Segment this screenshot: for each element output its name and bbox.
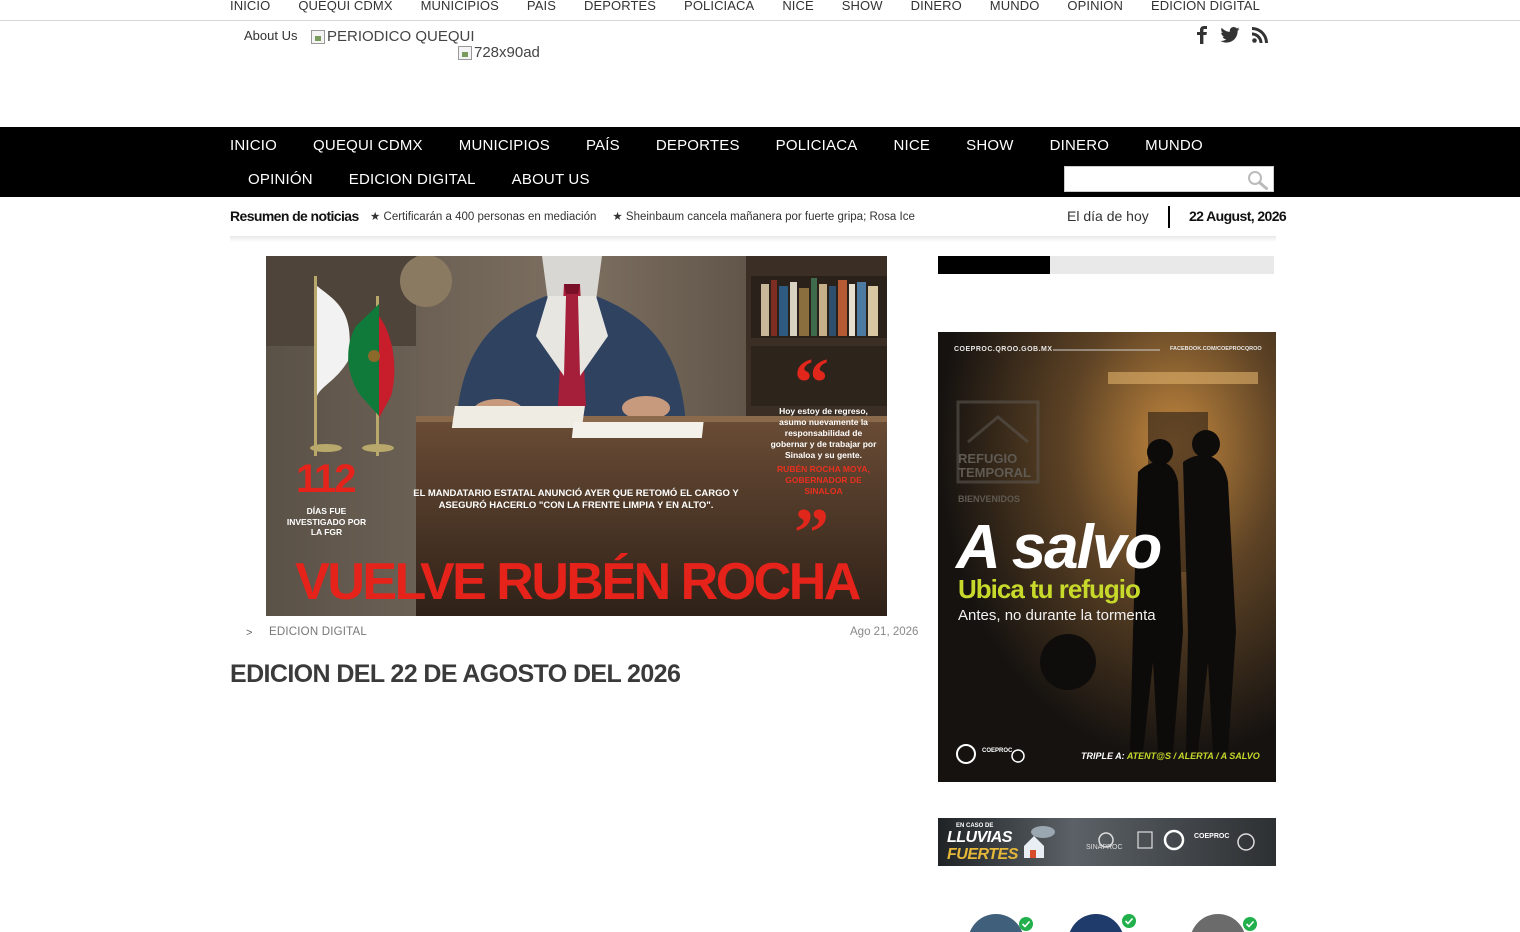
avatar[interactable] <box>1190 914 1246 932</box>
main-nav-item-dinero[interactable]: DINERO <box>1050 137 1110 154</box>
image-banner-text: VUELVE RUBÉN ROCHA <box>295 553 861 611</box>
main-nav-item-inicio[interactable]: INICIO <box>230 137 277 154</box>
star-icon: ★ <box>612 211 626 223</box>
ad-site-url: COEPROC.QROO.GOB.MX <box>954 346 1053 353</box>
main-nav-item-deportes[interactable]: DEPORTES <box>656 137 740 154</box>
article-date: Ago 21, 2026 <box>850 626 919 638</box>
image-caption: EL MANDATARIO ESTATAL ANUNCIÓ AYER QUE R… <box>413 488 739 511</box>
main-nav-item-policiaca[interactable]: POLICIACA <box>776 137 858 154</box>
search-icon[interactable] <box>1247 170 1268 190</box>
article-category-link[interactable]: EDICION DIGITAL <box>269 626 367 638</box>
top-nav-item-quequi-cdmx[interactable]: QUEQUI CDMX <box>298 0 392 13</box>
main-nav-item-mundo[interactable]: MUNDO <box>1145 137 1203 154</box>
main-nav-row2: OPINIÓN EDICION DIGITAL ABOUT US <box>248 171 626 188</box>
top-nav-item-inicio[interactable]: INICIO <box>230 0 270 13</box>
main-nav: INICIO QUEQUI CDMX MUNICIPIOS PAÍS DEPORTES P… <box>0 127 1520 197</box>
ad-sign-refugio: REFUGIO <box>958 451 1018 466</box>
main-nav-item-municipios[interactable]: MUNICIPIOS <box>459 137 550 154</box>
top-nav-list: INICIO QUEQUI CDMX MUNICIPIOS PAIS DEPORTES P… <box>230 0 1288 13</box>
broken-image-icon <box>458 45 472 60</box>
ad-sign-bienvenidos: BIENVENIDOS <box>958 494 1021 504</box>
avatar[interactable] <box>1068 914 1124 932</box>
ad-alt-text: 728x90ad <box>474 44 540 61</box>
ad-footer-prefix: TRIPLE A: <box>1081 751 1125 761</box>
sidebar-profile-avatars <box>938 910 1276 932</box>
main-nav-item-opinión[interactable]: OPINIÓN <box>248 171 313 188</box>
sidebar-ad-coeproc-refugio[interactable]: COEPROC.QROO.GOB.MX FACEBOOK.COM/COEPROC… <box>938 332 1276 782</box>
ad-social-url: FACEBOOK.COM/COEPROCQROO <box>1170 346 1262 352</box>
avatar[interactable] <box>968 914 1024 932</box>
site-logo[interactable]: PERIODICO QUEQUI <box>311 28 475 45</box>
ad-tagline: Antes, no durante la tormenta <box>958 607 1156 624</box>
ad-subhead: Ubica tu refugio <box>958 574 1141 604</box>
ad-footer-text: TRIPLE A: ATENT@S / ALERTA / A SALVO <box>1081 751 1260 761</box>
ticker-label: Resumen de noticias <box>230 208 359 224</box>
ad-org: COEPROC <box>982 748 1013 754</box>
stat-number: 112 <box>296 457 357 501</box>
top-nav-item-nice[interactable]: NICE <box>782 0 813 13</box>
current-date: 22 August, 2026 <box>1189 208 1287 224</box>
ticker-item-text: Sheinbaum cancela mañanera por fuerte gr… <box>625 211 915 223</box>
ad2-line1: LLUVIAS <box>947 829 1012 846</box>
broken-image-icon <box>311 29 325 44</box>
search-box <box>1064 166 1274 192</box>
ad-headline: A salvo <box>956 513 1162 582</box>
ad2-line2: FUERTES <box>947 846 1018 863</box>
main-nav-item-quequi-cdmx[interactable]: QUEQUI CDMX <box>313 137 423 154</box>
date-divider <box>1168 206 1170 228</box>
quote-text: Hoy estoy de regreso, asumo nuevamente l… <box>770 406 877 460</box>
top-nav-item-dinero[interactable]: DINERO <box>911 0 962 13</box>
twitter-icon[interactable] <box>1220 27 1240 48</box>
top-nav-item-edicion-digital[interactable]: EDICION DIGITAL <box>1151 0 1260 13</box>
about-us-link[interactable]: About Us <box>244 28 297 43</box>
ad2-org1: SINAPROC <box>1086 844 1123 851</box>
ad-footer-items: ATENT@S / ALERTA / A SALVO <box>1126 751 1260 761</box>
ticker-item[interactable]: ★ Sheinbaum cancela mañanera por fuerte … <box>612 211 922 223</box>
top-nav-item-opinion[interactable]: OPINION <box>1067 0 1123 13</box>
header-ad-banner[interactable]: 728x90ad <box>458 44 540 61</box>
top-nav-item-show[interactable]: SHOW <box>842 0 883 13</box>
stat-text: DÍAS FUE INVESTIGADO POR LA FGR <box>286 506 367 537</box>
breadcrumb-separator: > <box>246 627 253 639</box>
ticker-track: ★ Certificarán a 400 personas en mediaci… <box>370 209 932 225</box>
ticker-item-text: Certificarán a 400 personas en mediación <box>383 211 597 223</box>
ad-sign-temporal: TEMPORAL <box>958 465 1031 480</box>
sidebar-tab-active[interactable] <box>938 256 1050 274</box>
rss-icon[interactable] <box>1252 27 1268 48</box>
quote-author: RUBÉN ROCHA MOYA, GOBERNADOR DE SINALOA <box>777 464 870 496</box>
main-nav-item-nice[interactable]: NICE <box>894 137 931 154</box>
star-icon: ★ <box>370 211 384 223</box>
top-nav-item-pais[interactable]: PAIS <box>527 0 556 13</box>
ad2-org2: COEPROC <box>1194 833 1230 840</box>
ticker-shadow <box>230 236 1276 242</box>
article-title-link[interactable]: EDICION DEL 22 DE AGOSTO DEL 2026 <box>230 660 681 689</box>
logo-alt-text: PERIODICO QUEQUI <box>327 28 475 45</box>
search-input[interactable] <box>1065 167 1235 191</box>
top-nav-item-municipios[interactable]: MUNICIPIOS <box>421 0 499 13</box>
main-nav-item-show[interactable]: SHOW <box>966 137 1013 154</box>
top-nav-item-mundo[interactable]: MUNDO <box>990 0 1040 13</box>
top-nav: INICIO QUEQUI CDMX MUNICIPIOS PAIS DEPORTES P… <box>0 0 1520 21</box>
featured-article-image[interactable]: “ ” Hoy estoy de regreso, asumo nuevamen… <box>266 256 887 616</box>
facebook-icon[interactable] <box>1196 26 1208 49</box>
top-nav-item-deportes[interactable]: DEPORTES <box>584 0 656 13</box>
main-nav-item-país[interactable]: PAÍS <box>586 137 620 154</box>
sidebar-tabs <box>938 256 1274 274</box>
sidebar-ad-lluvias-fuertes[interactable]: EN CASO DE LLUVIAS FUERTES SINAPROC COEP… <box>938 818 1276 866</box>
today-label: El día de hoy <box>1067 208 1149 224</box>
main-nav-row1: INICIO QUEQUI CDMX MUNICIPIOS PAÍS DEPORTES P… <box>230 137 1239 154</box>
main-nav-item-edicion-digital[interactable]: EDICION DIGITAL <box>349 171 476 188</box>
ticker-item[interactable]: ★ Certificarán a 400 personas en mediaci… <box>370 211 604 223</box>
main-nav-item-about-us[interactable]: ABOUT US <box>512 171 590 188</box>
top-nav-item-policiaca[interactable]: POLICIACA <box>684 0 754 13</box>
